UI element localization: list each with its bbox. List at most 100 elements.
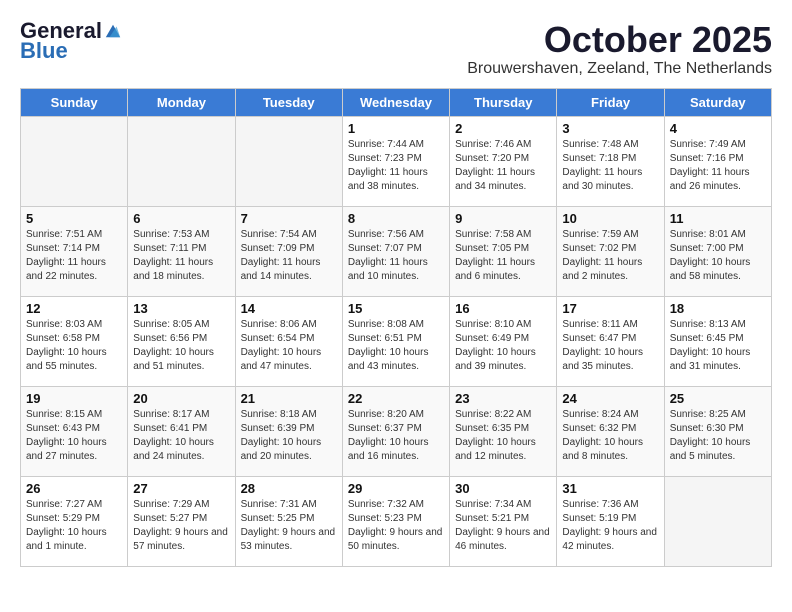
day-info: Sunrise: 8:10 AMSunset: 6:49 PMDaylight:… <box>455 318 551 374</box>
day-info: Sunrise: 7:58 AMSunset: 7:05 PMDaylight:… <box>455 228 551 284</box>
day-header-sunday: Sunday <box>21 88 128 116</box>
calendar-cell: 30 Sunrise: 7:34 AMSunset: 5:21 PMDayligh… <box>450 476 557 566</box>
calendar-cell: 29 Sunrise: 7:32 AMSunset: 5:23 PMDayligh… <box>342 476 449 566</box>
day-info: Sunrise: 8:18 AMSunset: 6:39 PMDaylight:… <box>241 408 337 464</box>
day-info: Sunrise: 8:22 AMSunset: 6:35 PMDaylight:… <box>455 408 551 464</box>
calendar-week-1: 1 Sunrise: 7:44 AMSunset: 7:23 PMDaylight… <box>21 116 772 206</box>
day-info: Sunrise: 8:08 AMSunset: 6:51 PMDaylight:… <box>348 318 444 374</box>
month-title: October 2025 <box>467 20 772 60</box>
day-number: 8 <box>348 211 444 226</box>
day-number: 25 <box>670 391 766 406</box>
day-number: 5 <box>26 211 122 226</box>
calendar-week-5: 26Sunrise: 7:27 AMSunset: 5:29 PMDayligh… <box>21 476 772 566</box>
day-info: Sunrise: 7:44 AMSunset: 7:23 PMDaylight:… <box>348 138 444 194</box>
day-number: 28 <box>241 481 337 496</box>
calendar-cell: 12 Sunrise: 8:03 AMSunset: 6:58 PMDayligh… <box>21 296 128 386</box>
day-info: Sunrise: 8:01 AMSunset: 7:00 PMDaylight:… <box>670 228 766 284</box>
day-info: Sunrise: 7:29 AMSunset: 5:27 PMDaylight:… <box>133 498 229 554</box>
day-number: 21 <box>241 391 337 406</box>
calendar-cell: 14 Sunrise: 8:06 AMSunset: 6:54 PMDayligh… <box>235 296 342 386</box>
logo-blue-text: Blue <box>20 38 68 64</box>
day-number: 13 <box>133 301 229 316</box>
day-info: Sunrise: 7:51 AMSunset: 7:14 PMDaylight:… <box>26 228 122 284</box>
day-number: 12 <box>26 301 122 316</box>
calendar-week-3: 12 Sunrise: 8:03 AMSunset: 6:58 PMDayligh… <box>21 296 772 386</box>
calendar-cell: 13Sunrise: 8:05 AMSunset: 6:56 PMDayligh… <box>128 296 235 386</box>
day-info: Sunrise: 8:03 AMSunset: 6:58 PMDaylight:… <box>26 318 122 374</box>
day-number: 22 <box>348 391 444 406</box>
day-number: 29 <box>348 481 444 496</box>
calendar-cell <box>235 116 342 206</box>
day-number: 17 <box>562 301 658 316</box>
day-header-saturday: Saturday <box>664 88 771 116</box>
day-info: Sunrise: 7:31 AMSunset: 5:25 PMDaylight:… <box>241 498 337 554</box>
day-number: 2 <box>455 121 551 136</box>
location-text: Brouwershaven, Zeeland, The Netherlands <box>467 60 772 78</box>
day-info: Sunrise: 8:17 AMSunset: 6:41 PMDaylight:… <box>133 408 229 464</box>
calendar-header-row: SundayMondayTuesdayWednesdayThursdayFrid… <box>21 88 772 116</box>
calendar-cell: 20 Sunrise: 8:17 AMSunset: 6:41 PMDayligh… <box>128 386 235 476</box>
day-info: Sunrise: 7:36 AMSunset: 5:19 PMDaylight:… <box>562 498 658 554</box>
day-info: Sunrise: 8:13 AMSunset: 6:45 PMDaylight:… <box>670 318 766 374</box>
calendar-cell: 23 Sunrise: 8:22 AMSunset: 6:35 PMDayligh… <box>450 386 557 476</box>
day-number: 9 <box>455 211 551 226</box>
day-number: 20 <box>133 391 229 406</box>
calendar-cell: 11Sunrise: 8:01 AMSunset: 7:00 PMDayligh… <box>664 206 771 296</box>
day-info: Sunrise: 8:15 AMSunset: 6:43 PMDaylight:… <box>26 408 122 464</box>
day-number: 3 <box>562 121 658 136</box>
day-header-wednesday: Wednesday <box>342 88 449 116</box>
calendar-cell: 3Sunrise: 7:48 AMSunset: 7:18 PMDaylight… <box>557 116 664 206</box>
title-section: October 2025 Brouwershaven, Zeeland, The… <box>467 20 772 78</box>
calendar-cell: 19 Sunrise: 8:15 AMSunset: 6:43 PMDayligh… <box>21 386 128 476</box>
day-number: 1 <box>348 121 444 136</box>
calendar-table: SundayMondayTuesdayWednesdayThursdayFrid… <box>20 88 772 567</box>
day-number: 7 <box>241 211 337 226</box>
calendar-cell: 5 Sunrise: 7:51 AMSunset: 7:14 PMDaylight… <box>21 206 128 296</box>
day-number: 19 <box>26 391 122 406</box>
day-info: Sunrise: 7:46 AMSunset: 7:20 PMDaylight:… <box>455 138 551 194</box>
calendar-cell: 17Sunrise: 8:11 AMSunset: 6:47 PMDayligh… <box>557 296 664 386</box>
calendar-cell: 16Sunrise: 8:10 AMSunset: 6:49 PMDayligh… <box>450 296 557 386</box>
calendar-cell: 6Sunrise: 7:53 AMSunset: 7:11 PMDaylight… <box>128 206 235 296</box>
day-number: 6 <box>133 211 229 226</box>
calendar-cell: 18Sunrise: 8:13 AMSunset: 6:45 PMDayligh… <box>664 296 771 386</box>
calendar-cell: 7 Sunrise: 7:54 AMSunset: 7:09 PMDaylight… <box>235 206 342 296</box>
calendar-cell: 28 Sunrise: 7:31 AMSunset: 5:25 PMDayligh… <box>235 476 342 566</box>
day-number: 10 <box>562 211 658 226</box>
calendar-cell: 24 Sunrise: 8:24 AMSunset: 6:32 PMDayligh… <box>557 386 664 476</box>
day-info: Sunrise: 7:34 AMSunset: 5:21 PMDaylight:… <box>455 498 551 554</box>
day-info: Sunrise: 7:54 AMSunset: 7:09 PMDaylight:… <box>241 228 337 284</box>
day-header-friday: Friday <box>557 88 664 116</box>
calendar-cell: 25 Sunrise: 8:25 AMSunset: 6:30 PMDayligh… <box>664 386 771 476</box>
calendar-cell <box>21 116 128 206</box>
calendar-cell <box>128 116 235 206</box>
calendar-cell: 10 Sunrise: 7:59 AMSunset: 7:02 PMDayligh… <box>557 206 664 296</box>
day-number: 24 <box>562 391 658 406</box>
day-number: 26 <box>26 481 122 496</box>
calendar-cell: 15 Sunrise: 8:08 AMSunset: 6:51 PMDayligh… <box>342 296 449 386</box>
calendar-cell: 27 Sunrise: 7:29 AMSunset: 5:27 PMDayligh… <box>128 476 235 566</box>
day-header-monday: Monday <box>128 88 235 116</box>
day-number: 23 <box>455 391 551 406</box>
day-info: Sunrise: 8:06 AMSunset: 6:54 PMDaylight:… <box>241 318 337 374</box>
calendar-cell: 26Sunrise: 7:27 AMSunset: 5:29 PMDayligh… <box>21 476 128 566</box>
calendar-week-4: 19 Sunrise: 8:15 AMSunset: 6:43 PMDayligh… <box>21 386 772 476</box>
day-number: 27 <box>133 481 229 496</box>
day-info: Sunrise: 7:59 AMSunset: 7:02 PMDaylight:… <box>562 228 658 284</box>
page-header: General Blue October 2025 Brouwershaven,… <box>20 20 772 78</box>
calendar-week-2: 5 Sunrise: 7:51 AMSunset: 7:14 PMDaylight… <box>21 206 772 296</box>
day-number: 14 <box>241 301 337 316</box>
calendar-cell: 21 Sunrise: 8:18 AMSunset: 6:39 PMDayligh… <box>235 386 342 476</box>
day-header-tuesday: Tuesday <box>235 88 342 116</box>
day-info: Sunrise: 7:56 AMSunset: 7:07 PMDaylight:… <box>348 228 444 284</box>
day-number: 30 <box>455 481 551 496</box>
calendar-cell <box>664 476 771 566</box>
day-info: Sunrise: 8:24 AMSunset: 6:32 PMDaylight:… <box>562 408 658 464</box>
calendar-cell: 31Sunrise: 7:36 AMSunset: 5:19 PMDayligh… <box>557 476 664 566</box>
day-info: Sunrise: 7:49 AMSunset: 7:16 PMDaylight:… <box>670 138 766 194</box>
day-info: Sunrise: 8:25 AMSunset: 6:30 PMDaylight:… <box>670 408 766 464</box>
calendar-cell: 4Sunrise: 7:49 AMSunset: 7:16 PMDaylight… <box>664 116 771 206</box>
day-number: 15 <box>348 301 444 316</box>
day-info: Sunrise: 7:32 AMSunset: 5:23 PMDaylight:… <box>348 498 444 554</box>
day-info: Sunrise: 8:20 AMSunset: 6:37 PMDaylight:… <box>348 408 444 464</box>
